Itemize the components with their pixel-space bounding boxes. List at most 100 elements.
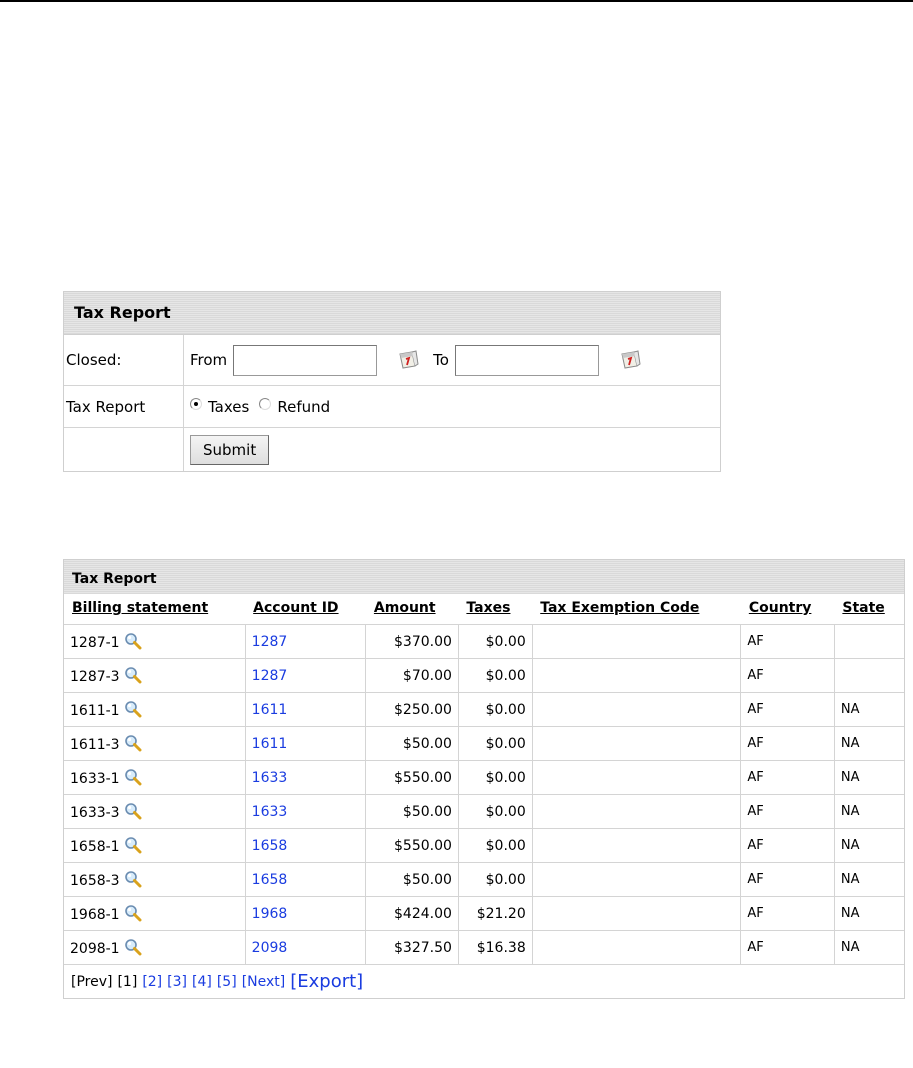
taxes-cell: $0.00 [458,658,533,693]
account-id-cell: 1611 [245,692,367,727]
from-date-input[interactable] [233,344,378,376]
account-id-link[interactable]: 1287 [252,634,288,650]
state-cell: NA [834,896,904,931]
pager-page-2[interactable]: [2] [142,974,162,990]
taxes-cell: $0.00 [458,828,533,863]
tax-exemption-cell [532,828,742,863]
taxes-option-label: Taxes [208,397,250,416]
magnifier-icon[interactable] [124,904,142,922]
tax-exemption-cell [532,658,742,693]
account-id-link[interactable]: 1633 [252,770,288,786]
state-cell: NA [834,828,904,863]
taxes-cell: $0.00 [458,624,533,659]
state-cell: NA [834,726,904,761]
billing-statement-id: 1633-3 [70,805,120,821]
pager-prev: [Prev] [71,973,113,990]
submit-row-spacer [64,428,184,471]
col-taxes[interactable]: Taxes [458,594,533,625]
calendar-icon[interactable] [619,350,641,370]
billing-statement-cell: 1611-1 [64,692,246,727]
tax-report-form: Tax Report Closed: From To Tax Report Ta… [63,291,721,472]
country-cell: AF [740,760,835,795]
billing-statement-id: 1658-1 [70,839,120,855]
state-cell: NA [834,930,904,965]
table-row: 1658-1 1658 $550.00 $0.00 AF NA [64,828,904,863]
magnifier-icon[interactable] [124,734,142,752]
form-title: Tax Report [64,292,720,335]
billing-statement-cell: 1658-1 [64,828,246,863]
state-cell: NA [834,862,904,897]
col-tax-exemption-code[interactable]: Tax Exemption Code [532,594,741,625]
pager-page-5[interactable]: [5] [217,974,237,990]
magnifier-icon[interactable] [124,768,142,786]
col-billing-statement[interactable]: Billing statement [64,594,246,625]
magnifier-icon[interactable] [124,666,142,684]
closed-row: Closed: From To [64,335,720,386]
report-type-row: Tax Report Taxes Refund [64,386,720,428]
pager-page-3[interactable]: [3] [167,974,187,990]
account-id-link[interactable]: 1658 [252,872,288,888]
col-account-id[interactable]: Account ID [245,594,366,625]
magnifier-icon[interactable] [124,700,142,718]
account-id-cell: 1968 [245,896,367,931]
account-id-link[interactable]: 1287 [252,668,288,684]
billing-statement-cell: 1287-3 [64,658,246,693]
col-amount[interactable]: Amount [365,594,459,625]
state-cell [834,624,904,659]
tax-exemption-cell [532,726,742,761]
table-row: 1633-3 1633 $50.00 $0.00 AF NA [64,794,904,829]
pager-next[interactable]: [Next] [242,974,286,990]
taxes-cell: $0.00 [458,692,533,727]
taxes-radio[interactable] [190,397,202,410]
account-id-link[interactable]: 1611 [252,736,288,752]
account-id-link[interactable]: 1968 [252,906,288,922]
magnifier-icon[interactable] [124,836,142,854]
state-cell [834,658,904,693]
amount-cell: $550.00 [365,760,459,795]
submit-button[interactable]: Submit [190,434,270,465]
tax-exemption-cell [532,624,742,659]
billing-statement-id: 1633-1 [70,771,120,787]
amount-cell: $424.00 [365,896,459,931]
taxes-cell: $0.00 [458,794,533,829]
amount-cell: $50.00 [365,862,459,897]
billing-statement-cell: 1633-3 [64,794,246,829]
country-cell: AF [740,794,835,829]
submit-row: Submit [64,428,720,471]
export-link[interactable]: [Export] [290,971,363,992]
magnifier-icon[interactable] [124,870,142,888]
closed-label: Closed: [64,335,184,385]
country-cell: AF [740,896,835,931]
account-id-link[interactable]: 1633 [252,804,288,820]
col-state[interactable]: State [834,594,904,625]
billing-statement-cell: 2098-1 [64,930,246,965]
amount-cell: $550.00 [365,828,459,863]
account-id-cell: 1287 [245,624,367,659]
magnifier-icon[interactable] [124,802,142,820]
pager-page-4[interactable]: [4] [192,974,212,990]
taxes-cell: $16.38 [458,930,533,965]
billing-statement-id: 1611-3 [70,737,120,753]
closed-range: From To [184,335,720,385]
tax-exemption-cell [532,794,742,829]
account-id-cell: 2098 [245,930,367,965]
account-id-link[interactable]: 2098 [252,940,288,956]
billing-statement-cell: 1968-1 [64,896,246,931]
table-row: 1287-3 1287 $70.00 $0.00 AF [64,658,904,693]
account-id-link[interactable]: 1658 [252,838,288,854]
state-cell: NA [834,760,904,795]
taxes-option[interactable]: Taxes [190,397,250,416]
magnifier-icon[interactable] [124,632,142,650]
tax-exemption-cell [532,930,742,965]
billing-statement-id: 2098-1 [70,941,120,957]
to-date-input[interactable] [454,344,599,376]
taxes-cell: $21.20 [458,896,533,931]
col-country[interactable]: Country [740,594,835,625]
calendar-icon[interactable] [397,350,419,370]
account-id-link[interactable]: 1611 [252,702,288,718]
magnifier-icon[interactable] [124,938,142,956]
refund-option[interactable]: Refund [259,397,330,416]
refund-radio[interactable] [259,397,272,410]
pagination: [Prev] [1] [2] [3] [4] [5] [Next] [Expor… [64,965,904,998]
table-row: 1968-1 1968 $424.00 $21.20 AF NA [64,896,904,931]
